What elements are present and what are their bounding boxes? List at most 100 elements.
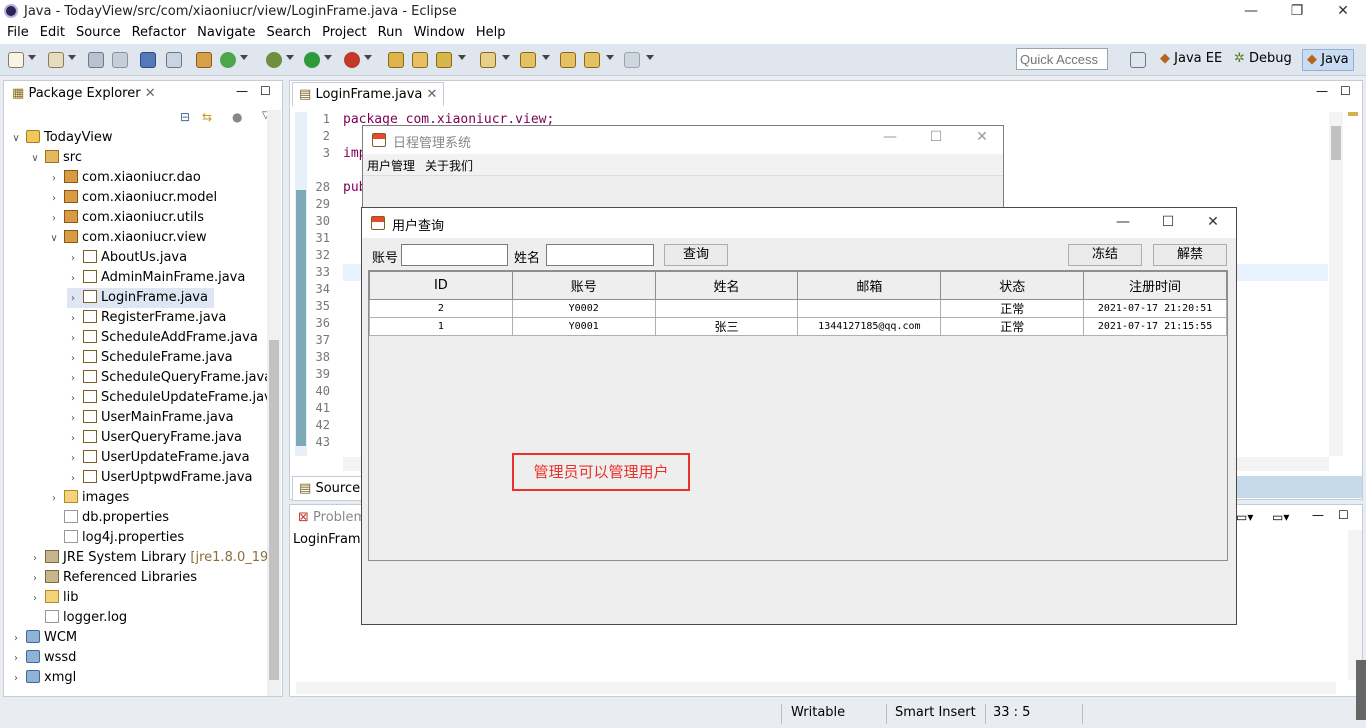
perspective-java[interactable]: ◆ Java xyxy=(1302,49,1354,71)
next-annotation-icon[interactable] xyxy=(520,52,536,68)
collapsed-arrow-icon[interactable]: › xyxy=(67,449,79,469)
collapsed-arrow-icon[interactable]: › xyxy=(67,269,79,289)
tree-item[interactable]: › wssd xyxy=(10,648,76,668)
explorer-scrollbar-thumb[interactable] xyxy=(269,340,279,680)
run-external-icon[interactable] xyxy=(344,52,360,68)
column-header-account[interactable]: 账号 xyxy=(511,271,656,300)
menu-source[interactable]: Source xyxy=(72,24,125,42)
menu-window[interactable]: Window xyxy=(410,24,469,42)
quick-access-input[interactable] xyxy=(1016,48,1108,70)
menu-navigate[interactable]: Navigate xyxy=(193,24,259,42)
collapsed-arrow-icon[interactable]: › xyxy=(10,629,22,649)
collapsed-arrow-icon[interactable]: › xyxy=(67,249,79,269)
problems-row[interactable]: LoginFrame xyxy=(293,532,369,547)
collapsed-arrow-icon[interactable]: › xyxy=(67,349,79,369)
chevron-down-icon[interactable] xyxy=(286,55,294,60)
tree-item-selected[interactable]: › LoginFrame.java xyxy=(67,288,214,308)
maximize-editor-icon[interactable]: ☐ xyxy=(1340,84,1351,98)
close-icon[interactable]: ✕ xyxy=(1190,211,1236,235)
tree-item[interactable]: › ScheduleUpdateFrame.java xyxy=(67,388,280,408)
cell-email[interactable]: 1344127185@qq.com xyxy=(797,317,942,336)
unfreeze-button[interactable]: 解禁 xyxy=(1153,244,1227,266)
chevron-down-icon[interactable] xyxy=(28,55,36,60)
maximize-view-icon[interactable]: ☐ xyxy=(260,84,271,98)
table-row[interactable]: 2 Y0002 正常 2021-07-17 21:20:51 xyxy=(369,299,1227,318)
chevron-down-icon[interactable] xyxy=(364,55,372,60)
cell-email[interactable] xyxy=(797,299,942,318)
collapsed-arrow-icon[interactable]: › xyxy=(67,389,79,409)
menu-project[interactable]: Project xyxy=(318,24,370,42)
collapsed-arrow-icon[interactable]: › xyxy=(67,409,79,429)
name-input[interactable] xyxy=(546,244,654,266)
cell-status[interactable]: 正常 xyxy=(940,317,1085,336)
view-menu-icon[interactable]: ▭▾ xyxy=(1272,510,1289,524)
tree-item[interactable]: log4j.properties xyxy=(48,528,184,548)
menu-edit[interactable]: Edit xyxy=(36,24,69,42)
cell-name[interactable]: 张三 xyxy=(654,317,799,336)
tree-item[interactable]: › UserMainFrame.java xyxy=(67,408,234,428)
tree-item[interactable]: › WCM xyxy=(10,628,77,648)
freeze-button[interactable]: 冻结 xyxy=(1068,244,1142,266)
cell-id[interactable]: 1 xyxy=(369,317,513,336)
tree-item[interactable]: › com.xiaoniucr.utils xyxy=(48,208,204,228)
tree-item[interactable]: › ScheduleAddFrame.java xyxy=(67,328,258,348)
cell-id[interactable]: 2 xyxy=(369,299,513,318)
chevron-down-icon[interactable] xyxy=(606,55,614,60)
save-all-icon[interactable] xyxy=(112,52,128,68)
debug-icon[interactable] xyxy=(266,52,282,68)
problems-horizontal-scrollbar[interactable] xyxy=(296,682,1336,694)
refresh-icon[interactable] xyxy=(220,52,236,68)
tree-item[interactable]: › com.xiaoniucr.model xyxy=(48,188,217,208)
collapsed-arrow-icon[interactable]: › xyxy=(67,329,79,349)
menu-search[interactable]: Search xyxy=(262,24,315,42)
new-package-icon[interactable] xyxy=(48,52,64,68)
tree-item[interactable]: › Referenced Libraries xyxy=(29,568,197,588)
pen-icon[interactable] xyxy=(436,52,452,68)
column-header-email[interactable]: 邮箱 xyxy=(797,271,942,300)
chevron-down-icon[interactable] xyxy=(324,55,332,60)
menu-user-management[interactable]: 用户管理 xyxy=(367,157,415,174)
tree-item[interactable]: › UserUpdateFrame.java xyxy=(67,448,250,468)
column-header-name[interactable]: 姓名 xyxy=(654,271,799,300)
collapsed-arrow-icon[interactable]: › xyxy=(48,209,60,229)
minimize-icon[interactable]: — xyxy=(1228,0,1274,24)
collapsed-arrow-icon[interactable]: › xyxy=(10,669,22,689)
chevron-down-icon[interactable] xyxy=(502,55,510,60)
chevron-down-icon[interactable] xyxy=(458,55,466,60)
minimize-editor-icon[interactable]: — xyxy=(1316,84,1328,98)
cell-account[interactable]: Y0002 xyxy=(511,299,656,318)
chevron-down-icon[interactable] xyxy=(646,55,654,60)
minimize-view-icon[interactable]: — xyxy=(236,84,248,98)
maximize-icon[interactable]: ☐ xyxy=(913,126,959,150)
save-icon[interactable] xyxy=(88,52,104,68)
collapse-all-icon[interactable]: ⊟ xyxy=(180,110,190,124)
collapsed-arrow-icon[interactable]: › xyxy=(67,289,79,309)
expand-arrow-icon[interactable]: ∨ xyxy=(29,149,41,169)
minimize-view-icon[interactable]: — xyxy=(1312,508,1324,522)
column-header-register-time[interactable]: 注册时间 xyxy=(1083,271,1227,300)
menu-about-us[interactable]: 关于我们 xyxy=(425,157,473,174)
table-row[interactable]: 1 Y0001 张三 1344127185@qq.com 正常 2021-07-… xyxy=(369,317,1227,336)
cell-register-time[interactable]: 2021-07-17 21:15:55 xyxy=(1083,317,1227,336)
collapsed-arrow-icon[interactable]: › xyxy=(67,309,79,329)
tree-item[interactable]: ∨ com.xiaoniucr.view xyxy=(48,228,207,248)
chevron-down-icon[interactable] xyxy=(240,55,248,60)
console-icon[interactable] xyxy=(140,52,156,68)
collapsed-arrow-icon[interactable]: › xyxy=(29,569,41,589)
package-explorer-tab[interactable]: ▦ Package Explorer ✕ xyxy=(6,82,162,105)
expand-arrow-icon[interactable]: ∨ xyxy=(48,229,60,249)
editor-vertical-scrollbar[interactable] xyxy=(1329,112,1343,456)
new-icon[interactable] xyxy=(8,52,24,68)
cell-register-time[interactable]: 2021-07-17 21:20:51 xyxy=(1083,299,1227,318)
tree-item[interactable]: › ScheduleQueryFrame.java xyxy=(67,368,272,388)
run-icon[interactable] xyxy=(304,52,320,68)
close-icon[interactable]: ✕ xyxy=(1320,0,1366,24)
column-header-status[interactable]: 状态 xyxy=(940,271,1085,300)
tree-item[interactable]: › lib xyxy=(29,588,78,608)
menu-run[interactable]: Run xyxy=(374,24,407,42)
tree-item[interactable]: › UserUptpwdFrame.java xyxy=(67,468,253,488)
tree-item[interactable]: › ScheduleFrame.java xyxy=(67,348,233,368)
column-header-id[interactable]: ID xyxy=(369,271,513,300)
tree-item[interactable]: ∨ TodayView xyxy=(10,128,112,148)
collapsed-arrow-icon[interactable]: › xyxy=(67,429,79,449)
